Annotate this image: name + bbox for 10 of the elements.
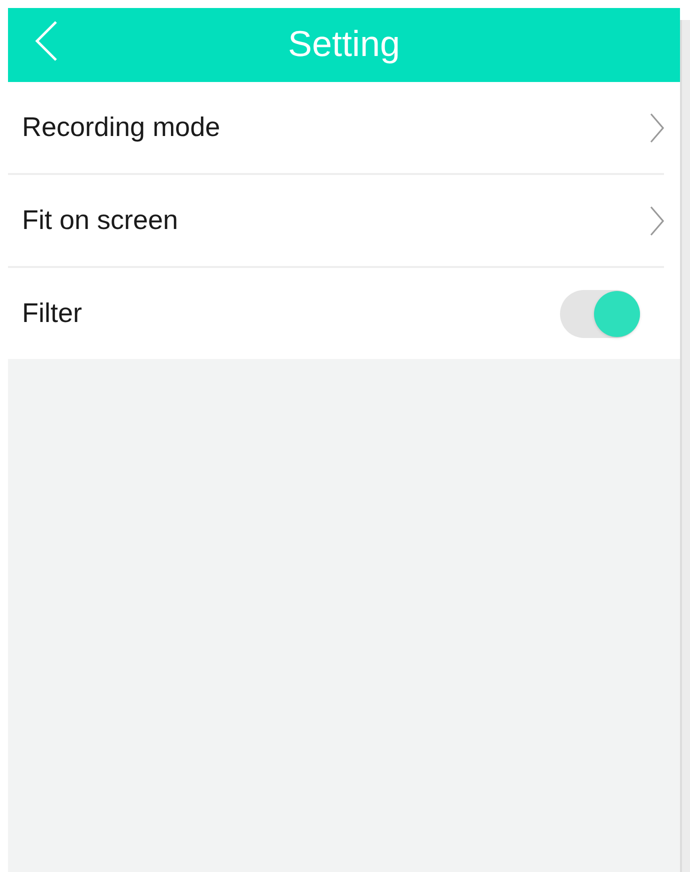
setting-label: Filter xyxy=(22,297,83,330)
page-title: Setting xyxy=(288,26,400,64)
filter-toggle[interactable] xyxy=(560,290,640,338)
setting-row[interactable]: Recording mode xyxy=(8,82,680,173)
back-icon[interactable] xyxy=(34,20,58,62)
setting-row[interactable]: Fit on screen xyxy=(8,175,680,266)
chevron-right-icon xyxy=(650,206,664,236)
setting-label: Fit on screen xyxy=(22,204,180,238)
setting-label: Recording mode xyxy=(22,111,222,144)
chevron-right-icon xyxy=(650,112,664,142)
